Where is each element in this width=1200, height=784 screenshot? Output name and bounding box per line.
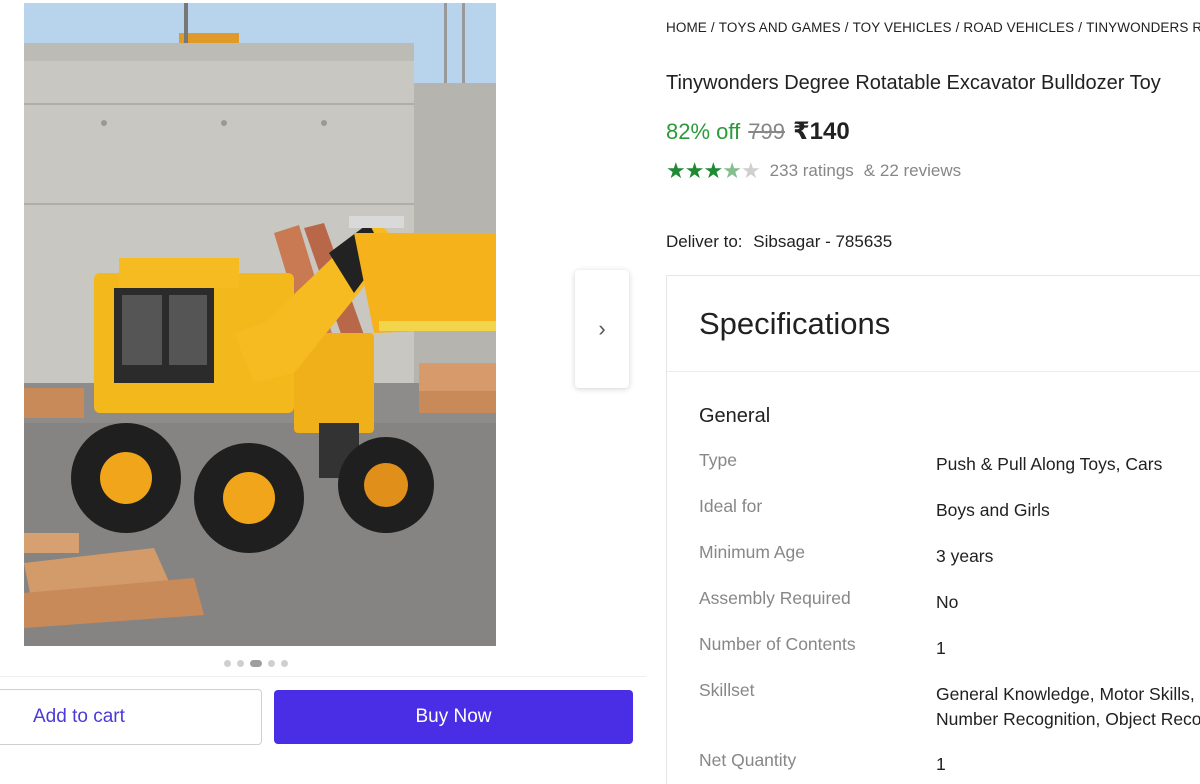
star-icon: ★ [703,158,723,183]
spec-value: 1 [936,754,946,774]
add-to-cart-button[interactable]: Add to cart [0,689,262,745]
spec-value: Boys and Girls [936,500,1050,520]
discount-badge: 82% off [666,119,741,144]
spec-group-title: General [699,405,771,427]
breadcrumb-separator: / [844,20,849,35]
breadcrumb: HOME / TOYS AND GAMES / TOY VEHICLES / ROAD VE… [666,20,1200,35]
spec-value: Push & Pull Along Toys, Cars [936,454,1163,474]
buy-now-button[interactable]: Buy Now [274,690,633,744]
spec-key: Type [699,450,737,470]
delivery-label: Deliver to: [666,232,743,251]
spec-value-line2: Number Recognition, Object Reco [936,709,1200,729]
excavator-toy-photo [24,3,496,646]
chevron-right-icon: › [598,316,606,341]
spec-value: 3 years [936,546,994,566]
delivery-place: Sibsagar - 785635 [753,232,893,251]
star-icon: ★ [740,158,761,183]
star-icon: ★ [666,158,686,183]
spec-value: No [936,592,959,612]
star-rating: ★★★★★ [666,158,761,183]
selling-price: ₹140 [792,118,850,145]
delivery-location[interactable]: Deliver to: Sibsagar - 785635 [666,232,892,252]
original-price: 799 [748,119,785,144]
image-pager [224,660,288,667]
breadcrumb-item[interactable]: HOME [666,20,707,35]
breadcrumb-separator: / [710,20,715,35]
spec-key: Net Quantity [699,750,797,770]
ratings-count[interactable]: 233 ratings [770,161,854,181]
breadcrumb-separator: / [955,20,960,35]
specifications-card: Specifications General Type Push & Pull … [666,275,1200,784]
spec-key: Number of Contents [699,634,856,654]
next-image-button[interactable]: › [575,270,629,388]
pager-dot[interactable] [250,660,262,667]
star-icon: ★ [684,158,705,183]
spec-key: Minimum Age [699,542,806,562]
pager-dot[interactable] [237,660,244,667]
pager-dot[interactable] [268,660,275,667]
breadcrumb-item[interactable]: TOY VEHICLES [853,20,952,35]
spec-key: Assembly Required [699,588,851,608]
rating-row: ★★★★★ 233 ratings & 22 reviews [666,160,961,182]
reviews-count[interactable]: & 22 reviews [864,161,961,181]
spec-key: Skillset [699,680,755,700]
spec-value: 1 [936,638,946,658]
specifications-heading: Specifications [667,276,1200,372]
breadcrumb-item[interactable]: ROAD VEHICLES [963,20,1074,35]
spec-value: General Knowledge, Motor Skills, [936,684,1195,704]
product-title: Tinywonders Degree Rotatable Excavator B… [666,72,1161,94]
price-row: 82% off 799 ₹140 [666,117,850,146]
breadcrumb-separator: / [1078,20,1083,35]
star-icon: ★ [722,158,742,183]
breadcrumb-item[interactable]: TOYS AND GAMES [719,20,841,35]
breadcrumb-item[interactable]: TINYWONDERS ROAD [1086,20,1200,35]
spec-key: Ideal for [699,496,763,516]
pager-dot[interactable] [281,660,288,667]
pager-dot[interactable] [224,660,231,667]
product-image[interactable] [24,3,496,646]
